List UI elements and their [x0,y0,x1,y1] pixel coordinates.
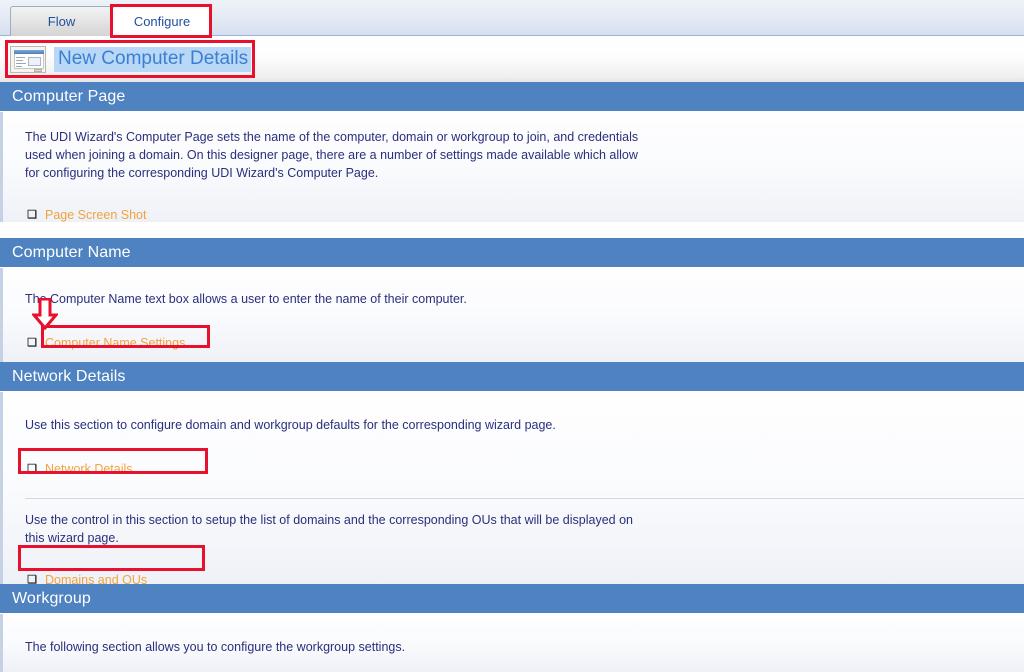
section-workgroup: Workgroup The following section allows y… [0,584,1024,672]
collapsible-page-screen-shot[interactable]: ❑ Page Screen Shot [3,204,1024,226]
section-body-computer-page: The UDI Wizard's Computer Page sets the … [0,112,1024,222]
tab-flow-label: Flow [47,14,76,29]
section-body-workgroup: The following section allows you to conf… [0,614,1024,672]
section-paragraph: The UDI Wizard's Computer Page sets the … [25,130,639,180]
section-network-details: Network Details Use this section to conf… [0,362,1024,587]
section-paragraph: Use the control in this section to setup… [25,513,633,545]
section-title: Computer Page [12,87,126,105]
collapsible-label: Computer Name Settings [45,336,186,350]
tab-flow[interactable]: Flow [10,6,113,36]
chevron-down-icon: ❑ [27,463,37,475]
section-header-computer-name: Computer Name [0,238,1024,268]
section-title: Workgroup [12,589,91,607]
section-header-workgroup: Workgroup [0,584,1024,614]
page-title-bar: New Computer Details [0,36,1024,82]
section-body-computer-name: The Computer Name text box allows a user… [0,268,1024,362]
chevron-down-icon: ❑ [27,337,37,349]
tab-configure-label: Configure [133,14,191,29]
section-title: Computer Name [12,243,131,261]
section-computer-page: Computer Page The UDI Wizard's Computer … [0,82,1024,222]
page-title[interactable]: New Computer Details [54,46,252,72]
collapsible-label: Page Screen Shot [45,208,147,222]
section-body-network-details: Use this section to configure domain and… [0,392,1024,587]
section-title: Network Details [12,367,126,385]
section-header-computer-page: Computer Page [0,82,1024,112]
collapsible-label: Network Details [45,462,133,476]
tab-strip: Flow Configure [0,0,1024,36]
tab-configure[interactable]: Configure [112,6,212,36]
section-paragraph: The following section allows you to conf… [25,640,406,654]
section-paragraph: The Computer Name text box allows a user… [25,292,467,306]
page-thumbnail-icon [10,45,46,73]
divider [25,498,1024,499]
udi-wizard-designer-window: Flow Configure New Computer Details Comp… [0,0,1024,672]
section-paragraph: Use this section to configure domain and… [25,418,556,432]
chevron-down-icon: ❑ [27,209,37,221]
section-computer-name: Computer Name The Computer Name text box… [0,238,1024,362]
section-header-network-details: Network Details [0,362,1024,392]
collapsible-network-details[interactable]: ❑ Network Details [3,458,1024,480]
collapsible-computer-name-settings[interactable]: ❑ Computer Name Settings [3,332,1024,354]
